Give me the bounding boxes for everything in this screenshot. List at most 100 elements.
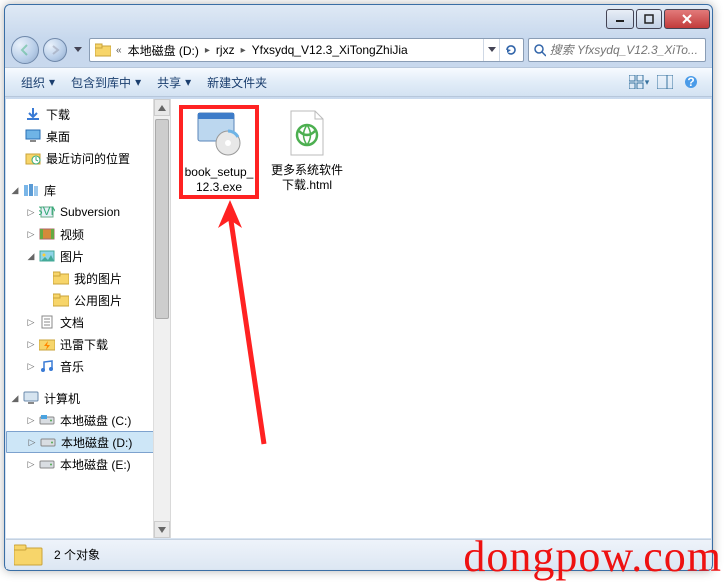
share-menu[interactable]: 共享 ▾ bbox=[149, 70, 199, 95]
include-in-library-menu[interactable]: 包含到库中 ▾ bbox=[63, 70, 149, 95]
sidebar-item-drive[interactable]: ▷ 本地磁盘 (D:) bbox=[6, 431, 170, 453]
view-options-button[interactable]: ▾ bbox=[628, 71, 650, 93]
organize-menu[interactable]: 组织 ▾ bbox=[13, 70, 63, 95]
sidebar-item-drive[interactable]: ▷ 本地磁盘 (E:) bbox=[6, 453, 170, 475]
sidebar-item-pictures[interactable]: ◢图片 bbox=[6, 245, 170, 267]
file-tile-exe[interactable]: book_setup_12.3.exe bbox=[181, 107, 257, 197]
sidebar-scrollbar[interactable] bbox=[153, 99, 170, 538]
search-icon bbox=[533, 43, 546, 57]
scroll-thumb[interactable] bbox=[155, 119, 169, 319]
minimize-button[interactable] bbox=[606, 9, 634, 29]
navigation-pane[interactable]: 下载桌面最近访问的位置 ◢ 库 ▷SVNSubversion▷视频◢图片我的图片… bbox=[6, 99, 171, 538]
help-button[interactable]: ? bbox=[680, 71, 702, 93]
tree-label: 最近访问的位置 bbox=[46, 150, 166, 167]
maximize-button[interactable] bbox=[636, 9, 662, 29]
desktop-icon bbox=[24, 128, 42, 144]
refresh-button[interactable] bbox=[499, 39, 521, 61]
folder-icon bbox=[94, 41, 112, 59]
tree-label: 本地磁盘 (E:) bbox=[60, 456, 166, 473]
drive-icon bbox=[39, 434, 57, 450]
expand-icon[interactable]: ▷ bbox=[24, 459, 38, 470]
pictures-icon bbox=[38, 248, 56, 264]
tree-label: 下载 bbox=[46, 106, 166, 123]
minimize-icon bbox=[615, 14, 625, 24]
sidebar-item-我的图片[interactable]: 我的图片 bbox=[6, 267, 170, 289]
svn-icon: SVN bbox=[38, 204, 56, 220]
refresh-icon bbox=[504, 43, 518, 57]
sidebar-item-recent[interactable]: 最近访问的位置 bbox=[6, 147, 170, 169]
chevron-down-icon: ▾ bbox=[185, 75, 191, 89]
tree-label: 文档 bbox=[60, 314, 166, 331]
folder-icon bbox=[14, 543, 46, 567]
thunder-icon bbox=[38, 336, 56, 352]
svg-text:?: ? bbox=[687, 75, 694, 89]
back-button[interactable] bbox=[11, 36, 39, 64]
sidebar-item-docs[interactable]: ▷ 文档 bbox=[6, 311, 170, 333]
close-button[interactable] bbox=[664, 9, 710, 29]
expand-icon[interactable]: ▷ bbox=[24, 317, 38, 328]
recent-icon bbox=[24, 150, 42, 166]
breadcrumb[interactable]: « 本地磁盘 (D:) ▸ rjxz ▸ Yfxsydq_V12.3_XiTon… bbox=[89, 38, 524, 62]
expand-icon[interactable]: ▷ bbox=[24, 361, 38, 372]
breadcrumb-seg-2[interactable]: Yfxsydq_V12.3_XiTongZhiJia bbox=[248, 43, 412, 57]
tree-label: 迅雷下载 bbox=[60, 336, 166, 353]
search-box[interactable] bbox=[528, 38, 706, 62]
maximize-icon bbox=[644, 14, 654, 24]
scroll-up-button[interactable] bbox=[154, 99, 170, 116]
expand-icon[interactable]: ▷ bbox=[24, 415, 38, 426]
expand-icon[interactable]: ▷ bbox=[24, 207, 38, 218]
sidebar-item-drive[interactable]: ▷本地磁盘 (C:) bbox=[6, 409, 170, 431]
chevron-right-icon: ▸ bbox=[239, 45, 248, 56]
sidebar-item-download[interactable]: 下载 bbox=[6, 103, 170, 125]
computer-icon bbox=[22, 390, 40, 406]
music-icon bbox=[38, 358, 56, 374]
chevron-down-icon bbox=[74, 47, 82, 53]
sidebar-item-公用图片[interactable]: 公用图片 bbox=[6, 289, 170, 311]
preview-pane-button[interactable] bbox=[654, 71, 676, 93]
file-label: 更多系统软件下载.html bbox=[269, 163, 345, 193]
collapse-icon[interactable]: ◢ bbox=[8, 185, 22, 196]
help-icon: ? bbox=[684, 75, 698, 89]
arrow-right-icon bbox=[49, 44, 61, 56]
breadcrumb-seg-0[interactable]: 本地磁盘 (D:) bbox=[124, 42, 203, 59]
tree-label: 音乐 bbox=[60, 358, 166, 375]
file-tile-html[interactable]: 更多系统软件下载.html bbox=[269, 107, 345, 193]
breadcrumb-prefix: « bbox=[114, 45, 124, 56]
drive-icon bbox=[38, 412, 56, 428]
scroll-down-button[interactable] bbox=[154, 521, 170, 538]
sidebar-item-svn[interactable]: ▷SVNSubversion bbox=[6, 201, 170, 223]
download-icon bbox=[24, 106, 42, 122]
expand-icon[interactable]: ▷ bbox=[25, 437, 39, 448]
expand-icon[interactable]: ▷ bbox=[24, 339, 38, 350]
forward-button[interactable] bbox=[43, 38, 67, 62]
breadcrumb-seg-1[interactable]: rjxz bbox=[212, 43, 239, 57]
chevron-down-icon: ▾ bbox=[49, 75, 55, 89]
chevron-down-icon: ▾ bbox=[645, 77, 650, 88]
collapse-icon[interactable]: ◢ bbox=[8, 393, 22, 404]
chevron-down-icon: ▾ bbox=[135, 75, 141, 89]
history-dropdown[interactable] bbox=[71, 38, 85, 62]
breadcrumb-dropdown[interactable] bbox=[483, 39, 499, 61]
libraries-node[interactable]: ◢ 库 bbox=[6, 179, 170, 201]
tree-label: 本地磁盘 (D:) bbox=[61, 434, 165, 451]
expand-icon[interactable]: ◢ bbox=[24, 251, 38, 262]
sidebar-item-thunder[interactable]: ▷ 迅雷下载 bbox=[6, 333, 170, 355]
expand-icon[interactable]: ▷ bbox=[24, 229, 38, 240]
tree-label: 桌面 bbox=[46, 128, 166, 145]
html-file-icon bbox=[277, 107, 337, 159]
view-icon bbox=[629, 75, 645, 89]
computer-node[interactable]: ◢ 计算机 bbox=[6, 387, 170, 409]
pane-icon bbox=[657, 75, 673, 89]
toolbar: 组织 ▾ 包含到库中 ▾ 共享 ▾ 新建文件夹 ▾ ? bbox=[5, 67, 712, 97]
titlebar bbox=[5, 5, 712, 33]
explorer-window: « 本地磁盘 (D:) ▸ rjxz ▸ Yfxsydq_V12.3_XiTon… bbox=[4, 4, 713, 571]
address-row: « 本地磁盘 (D:) ▸ rjxz ▸ Yfxsydq_V12.3_XiTon… bbox=[5, 33, 712, 67]
new-folder-button[interactable]: 新建文件夹 bbox=[199, 70, 275, 95]
search-input[interactable] bbox=[550, 43, 701, 57]
sidebar-item-desktop[interactable]: 桌面 bbox=[6, 125, 170, 147]
sidebar-item-video[interactable]: ▷视频 bbox=[6, 223, 170, 245]
file-list[interactable]: book_setup_12.3.exe 更多系统软件下载.html bbox=[171, 99, 711, 538]
folder-icon bbox=[52, 292, 70, 308]
sidebar-item-music[interactable]: ▷ 音乐 bbox=[6, 355, 170, 377]
chevron-right-icon: ▸ bbox=[203, 45, 212, 56]
